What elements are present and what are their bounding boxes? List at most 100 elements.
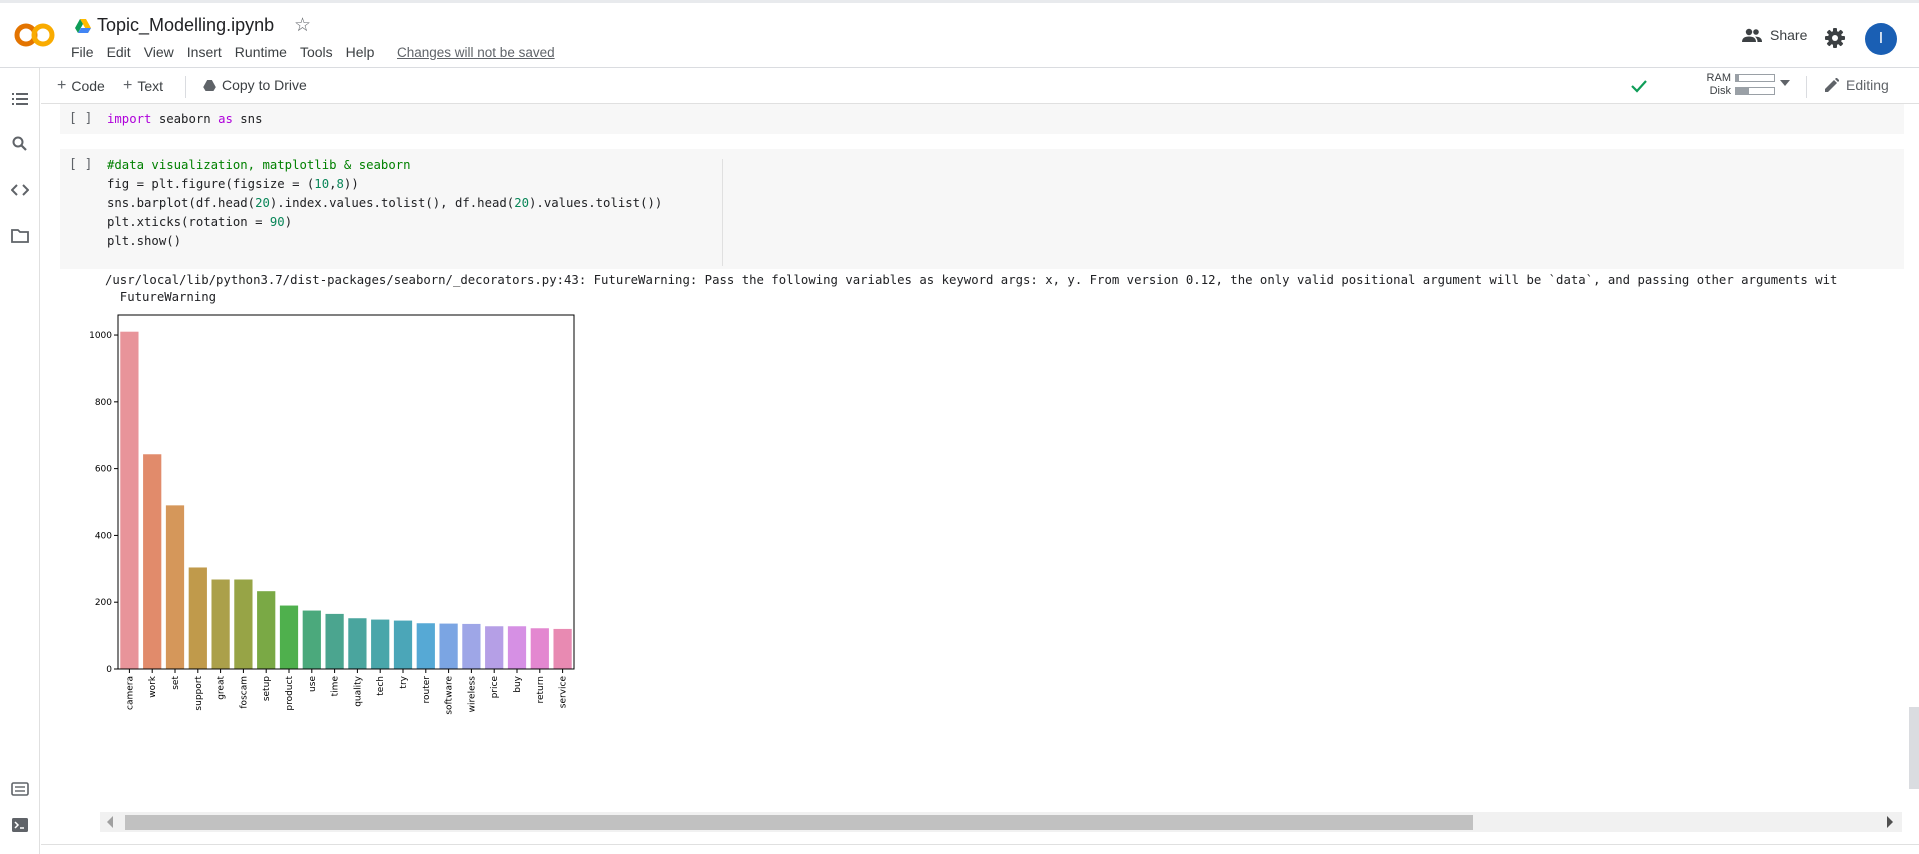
menu-help[interactable]: Help — [346, 44, 375, 60]
star-icon[interactable]: ☆ — [294, 14, 311, 37]
bar-price — [485, 626, 504, 669]
code-token: sns — [232, 112, 263, 126]
terminal-icon[interactable] — [11, 816, 29, 834]
copy-to-drive-label: Copy to Drive — [222, 77, 307, 93]
x-tick-label: buy — [513, 675, 523, 692]
horizontal-scrollbar[interactable] — [100, 812, 1902, 832]
bar-router — [416, 623, 435, 669]
warning-line: FutureWarning — [105, 290, 217, 304]
x-tick-label: try — [399, 675, 409, 688]
code-editor[interactable]: #data visualization, matplotlib & seabor… — [107, 156, 662, 251]
folder-icon[interactable] — [11, 227, 29, 245]
ram-label: RAM — [1706, 72, 1731, 84]
x-tick-label: price — [490, 676, 500, 699]
code-cell[interactable]: [ ] import seaborn as sns — [60, 104, 1904, 134]
colab-logo[interactable] — [14, 18, 56, 52]
add-text-cell-button[interactable]: + Text — [123, 77, 163, 95]
code-editor[interactable]: import seaborn as sns — [107, 110, 263, 129]
google-drive-icon — [75, 19, 91, 33]
code-token: #data visualization, matplotlib & seabor… — [107, 158, 411, 172]
code-token: 90 — [269, 215, 285, 229]
bar-wireless — [462, 623, 481, 669]
bar-chart-svg: 0 200 400 600 800 1000 camera work set support gre… — [89, 314, 575, 715]
bar-try — [393, 620, 413, 669]
code-token: import — [107, 112, 152, 126]
bar-set — [165, 505, 185, 669]
menu-tools[interactable]: Tools — [300, 44, 333, 60]
code-token: fig = plt.figure(figsize = ( — [107, 177, 315, 191]
bar-time — [325, 613, 344, 669]
plus-icon: + — [57, 77, 67, 94]
search-icon[interactable] — [11, 135, 29, 153]
table-of-contents-icon[interactable] — [11, 90, 29, 108]
code-token: 20 — [255, 196, 270, 210]
code-line: fig = plt.figure(figsize = (10,8)) — [107, 175, 662, 194]
chevron-down-icon[interactable] — [1780, 80, 1790, 86]
bar-use — [302, 610, 321, 669]
code-snippets-icon[interactable] — [10, 181, 30, 199]
bar-great — [211, 579, 230, 669]
disk-label: Disk — [1709, 85, 1731, 97]
bar-product — [279, 605, 299, 669]
menu-insert[interactable]: Insert — [187, 44, 222, 60]
notebook-title[interactable]: Topic_Modelling.ipynb — [97, 15, 274, 36]
share-button[interactable]: Share — [1742, 27, 1807, 43]
add-code-label: Code — [71, 78, 105, 94]
y-tick-label: 0 — [106, 665, 112, 675]
run-cell-button[interactable]: [ ] — [69, 111, 92, 126]
vertical-scrollbar-thumb[interactable] — [1909, 707, 1919, 789]
command-palette-icon[interactable] — [11, 780, 29, 798]
scroll-left-arrow[interactable] — [107, 816, 113, 828]
drive-outline-icon — [203, 79, 216, 91]
x-tick-label: tech — [376, 676, 386, 696]
left-sidebar — [0, 68, 40, 854]
changes-not-saved-link[interactable]: Changes will not be saved — [397, 45, 555, 60]
x-tick-label: support — [194, 676, 204, 711]
scrollbar-thumb[interactable] — [125, 815, 1473, 830]
code-token: sns.barplot(df.head( — [107, 196, 256, 210]
scroll-right-arrow[interactable] — [1887, 816, 1893, 828]
x-tick-label: use — [308, 676, 318, 692]
plus-icon: + — [123, 77, 133, 94]
code-cell[interactable]: [ ] #data visualization, matplotlib & se… — [60, 149, 1904, 269]
pencil-icon — [1825, 78, 1839, 92]
account-avatar[interactable]: I — [1865, 23, 1897, 55]
menu-runtime[interactable]: Runtime — [235, 44, 287, 60]
editing-mode-button[interactable]: Editing — [1825, 77, 1889, 93]
menu-view[interactable]: View — [144, 44, 174, 60]
people-icon — [1742, 28, 1762, 42]
menu-edit[interactable]: Edit — [107, 44, 131, 60]
code-token: plt.xticks(rotation = — [107, 215, 270, 229]
bar-camera — [120, 331, 139, 669]
copy-to-drive-button[interactable]: Copy to Drive — [203, 77, 307, 93]
code-line: #data visualization, matplotlib & seabor… — [107, 156, 662, 175]
bar-return — [530, 628, 549, 669]
x-tick-label: return — [536, 676, 546, 704]
y-tick-label: 200 — [95, 598, 112, 608]
disk-usage-bar[interactable] — [1735, 87, 1775, 95]
notebook-area: [ ] import seaborn as sns [ ] #data visu… — [41, 104, 1919, 854]
ram-usage-bar[interactable] — [1735, 74, 1775, 82]
x-tick-label: software — [445, 676, 455, 715]
code-line: plt.xticks(rotation = 90) — [107, 213, 662, 232]
bar-buy — [507, 626, 527, 669]
editing-label: Editing — [1846, 77, 1889, 93]
menu-file[interactable]: File — [71, 44, 94, 60]
toolbar-divider — [185, 76, 186, 98]
colab-header: Topic_Modelling.ipynb ☆ File Edit View I… — [0, 0, 1919, 68]
code-token: ).index.values.tolist(), df.head( — [269, 196, 515, 210]
menu-bar: File Edit View Insert Runtime Tools Help — [71, 44, 387, 60]
code-line: plt.show() — [107, 232, 662, 251]
add-code-cell-button[interactable]: + Code — [57, 77, 105, 95]
y-tick-label: 400 — [95, 531, 112, 541]
code-token: 20 — [514, 196, 530, 210]
x-tick-label: quality — [353, 675, 363, 706]
y-tick-label: 600 — [95, 465, 112, 475]
x-tick-label: setup — [262, 676, 272, 701]
bar-software — [439, 623, 458, 669]
bar-setup — [257, 591, 276, 669]
x-tick-label: foscam — [239, 676, 249, 709]
settings-gear-icon[interactable] — [1825, 28, 1845, 53]
run-cell-button[interactable]: [ ] — [69, 157, 92, 172]
cell-divider — [722, 159, 723, 266]
